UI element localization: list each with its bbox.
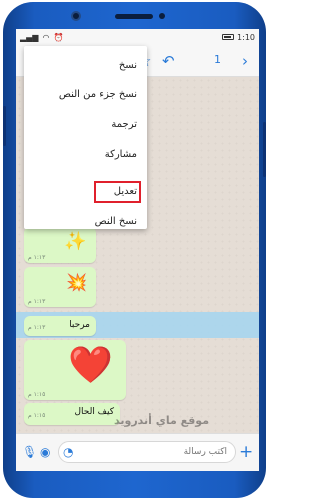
sparkles-emoji: ✨	[64, 231, 87, 252]
wifi-icon: ◠	[42, 32, 50, 42]
reply-icon[interactable]: ↶	[162, 51, 175, 71]
proximity-sensor	[159, 13, 165, 19]
menu-item-copy-text[interactable]: نسخ النص	[95, 216, 137, 227]
edit-highlight-box	[94, 181, 141, 203]
message-bubble[interactable]: مرحبا ١:١٣ م	[24, 316, 96, 336]
battery-icon	[222, 34, 235, 40]
status-icons-left: ▂▄▆ ◠ ⏰	[20, 33, 63, 42]
status-bar: ▂▄▆ ◠ ⏰ 1:10	[16, 29, 259, 45]
menu-item-share[interactable]: مشاركة	[105, 149, 137, 160]
selected-count: 1	[214, 53, 221, 66]
message-time: ١:١٥ م	[28, 391, 46, 398]
message-input[interactable]	[77, 444, 227, 460]
power-button	[263, 122, 266, 177]
microphone-icon[interactable]: 🎙	[22, 445, 37, 459]
back-chevron-icon[interactable]: ›	[242, 51, 248, 71]
message-bubble[interactable]: 💥 ١:١٣ م	[24, 267, 96, 307]
message-time: ١:١٣ م	[28, 254, 46, 261]
red-heart-emoji: ❤️	[68, 345, 113, 386]
phone-frame: ▂▄▆ ◠ ⏰ 1:10 ☆ ↶ 1 › ✨ ١:١٣ م 💥 ١:١٣ م	[3, 2, 266, 498]
alarm-icon: ⏰	[53, 32, 64, 42]
phone-screen: ▂▄▆ ◠ ⏰ 1:10 ☆ ↶ 1 › ✨ ١:١٣ م 💥 ١:١٣ م	[16, 29, 259, 471]
message-time: ١:١٥ م	[28, 412, 46, 419]
message-input-field[interactable]: ◔	[58, 441, 236, 463]
message-bubble[interactable]: كيف الحال ١:١٥ م	[24, 403, 120, 425]
message-input-bar: 🎙 ◉ ◔ +	[16, 433, 259, 471]
earpiece-speaker	[115, 14, 153, 19]
collision-emoji: 💥	[66, 273, 88, 293]
context-menu: نسخ نسخ جزء من النص ترجمة مشاركة تعديل ن…	[24, 46, 147, 229]
menu-item-copy[interactable]: نسخ	[119, 60, 137, 71]
volume-button	[3, 106, 6, 146]
plus-icon[interactable]: +	[239, 442, 253, 462]
front-camera	[71, 11, 81, 21]
signal-icon: ▂▄▆	[20, 32, 39, 42]
menu-item-copy-part[interactable]: نسخ جزء من النص	[59, 89, 137, 100]
status-icons-right: 1:10	[222, 33, 255, 42]
message-bubble[interactable]: ✨ ١:١٣ م	[24, 227, 96, 263]
watermark: موقع ماي أندرويد	[114, 414, 210, 427]
message-text: كيف الحال	[74, 407, 114, 417]
message-text: مرحبا	[69, 320, 90, 330]
message-time: ١:١٣ م	[28, 298, 46, 305]
message-time: ١:١٣ م	[28, 324, 46, 331]
status-time: 1:10	[237, 32, 255, 42]
sticker-icon[interactable]: ◔	[63, 445, 73, 459]
message-bubble[interactable]: ❤️ ١:١٥ م	[24, 340, 126, 400]
camera-icon[interactable]: ◉	[40, 445, 50, 459]
menu-item-translate[interactable]: ترجمة	[111, 119, 137, 130]
